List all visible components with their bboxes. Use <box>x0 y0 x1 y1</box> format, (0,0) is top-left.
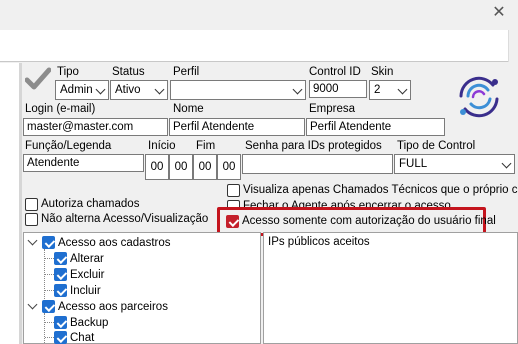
tree-node[interactable]: Alterar <box>27 251 257 267</box>
tree-node[interactable]: Backup <box>27 315 257 331</box>
checkbox[interactable] <box>25 213 38 226</box>
control-id-input[interactable]: 9000 <box>309 80 367 98</box>
tree-node[interactable]: Excluir <box>27 267 257 283</box>
tree-node[interactable]: Incluir <box>27 283 257 299</box>
tree-node-label: Backup <box>70 317 109 329</box>
login-input[interactable]: master@master.com <box>23 118 168 136</box>
chevron-down-icon <box>95 84 106 95</box>
top-panel <box>0 30 518 62</box>
empresa-label: Empresa <box>309 103 356 115</box>
chevron-down-icon <box>292 84 303 95</box>
tree-node-label: Acesso aos parceiros <box>58 301 168 313</box>
control-id-label: Control ID <box>309 66 361 78</box>
tipo-value: Admin <box>60 84 93 96</box>
tree-node-label: Acesso aos cadastros <box>58 237 171 249</box>
checkbox-checked[interactable] <box>42 236 55 249</box>
status-label: Status <box>112 66 145 78</box>
fim-minute-input[interactable]: 00 <box>217 154 241 180</box>
checkbox-checked[interactable] <box>54 331 67 344</box>
checkbox-checked[interactable] <box>54 268 67 281</box>
skin-label: Skin <box>371 66 394 78</box>
visualiza-tecnicos-label: Visualiza apenas Chamados Técnicos que o… <box>243 184 518 196</box>
tree-node-label: Excluir <box>70 269 105 281</box>
senha-input[interactable] <box>242 154 393 174</box>
close-icon[interactable]: ✕ <box>492 5 506 21</box>
chevron-down-icon <box>501 158 512 169</box>
tree-node-label: Chat <box>70 332 95 344</box>
chevron-down-icon[interactable] <box>27 299 38 310</box>
permissions-tree[interactable]: Acesso aos cadastros Alterar Excluir Inc… <box>23 232 261 344</box>
checkbox[interactable] <box>227 184 240 197</box>
status-select[interactable]: Ativo <box>110 80 168 100</box>
window-titlebar <box>0 0 518 30</box>
status-value: Ativo <box>115 84 141 96</box>
chevron-down-icon[interactable] <box>27 235 38 246</box>
tree-node[interactable]: Acesso aos parceiros <box>27 299 257 315</box>
autoriza-chamados-option[interactable]: Autoriza chamados <box>25 197 215 212</box>
chevron-down-icon <box>154 84 165 95</box>
acesso-autorizacao-label: Acesso somente com autorização do usuári… <box>242 215 496 227</box>
ips-panel[interactable]: IPs públicos aceitos <box>263 232 518 344</box>
inicio-minute-input[interactable]: 00 <box>169 154 193 180</box>
inicio-hour-input[interactable]: 00 <box>145 154 169 180</box>
tipo-control-value: FULL <box>399 158 428 170</box>
visualiza-tecnicos-option[interactable]: Visualiza apenas Chamados Técnicos que o… <box>227 183 518 198</box>
left-panel <box>0 63 22 344</box>
perfil-label: Perfil <box>173 66 200 78</box>
senha-label: Senha para IDs protegidos <box>245 140 382 152</box>
empresa-input[interactable]: Perfil Atendente <box>306 118 445 136</box>
nome-label: Nome <box>173 103 204 115</box>
checkbox-checked[interactable] <box>54 252 67 265</box>
tree-node-label: Alterar <box>70 253 104 265</box>
funcao-label: Função/Legenda <box>25 140 112 152</box>
fim-label: Fim <box>196 140 216 152</box>
login-label: Login (e-mail) <box>25 103 96 115</box>
tipo-control-label: Tipo de Control <box>397 140 476 152</box>
tree-node[interactable]: Acesso aos cadastros <box>27 235 257 251</box>
funcao-input[interactable]: Atendente <box>23 154 144 172</box>
acesso-autorizacao-option[interactable]: Acesso somente com autorização do usuári… <box>226 214 496 229</box>
scrollbar[interactable] <box>508 30 518 62</box>
tipo-label: Tipo <box>57 66 79 78</box>
nao-alterna-option[interactable]: Não alterna Acesso/Visualização <box>25 212 220 227</box>
checkmark-icon <box>25 67 51 90</box>
inicio-label: Início <box>148 140 176 152</box>
fim-hour-input[interactable]: 00 <box>193 154 217 180</box>
brand-logo-icon <box>459 76 499 118</box>
checkbox[interactable] <box>25 198 38 211</box>
nao-alterna-label: Não alterna Acesso/Visualização <box>41 213 209 225</box>
checkbox-checked[interactable] <box>54 316 67 329</box>
skin-value: 2 <box>374 84 381 96</box>
nome-input[interactable]: Perfil Atendente <box>169 118 305 136</box>
autoriza-chamados-label: Autoriza chamados <box>41 198 140 210</box>
tree-node-label: Incluir <box>70 285 101 297</box>
chevron-down-icon <box>397 84 408 95</box>
tipo-select[interactable]: Admin <box>55 80 109 100</box>
tree-node[interactable]: Chat <box>27 330 257 344</box>
perfil-select[interactable] <box>170 80 306 100</box>
tipo-control-select[interactable]: FULL <box>394 154 515 174</box>
checkbox-checked[interactable] <box>42 300 55 313</box>
checkbox-checked[interactable] <box>54 284 67 297</box>
checkbox-checked[interactable] <box>226 215 239 228</box>
ips-header: IPs públicos aceitos <box>268 236 370 248</box>
skin-select[interactable]: 2 <box>369 80 411 100</box>
